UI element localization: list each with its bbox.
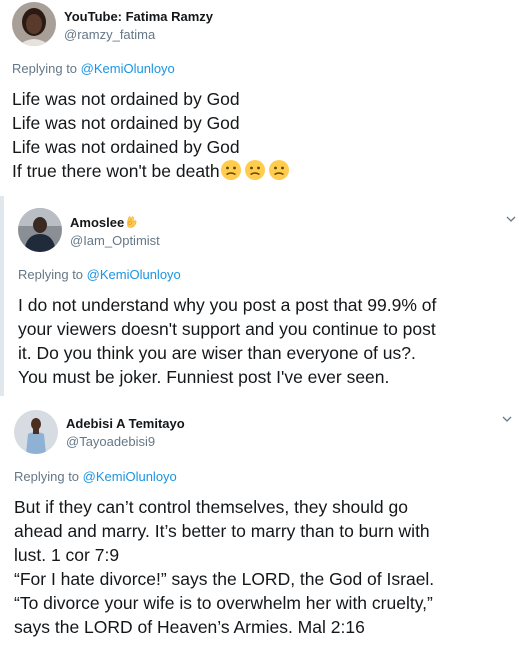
replying-prefix: Replying to [18,267,87,282]
tweet-line: Life was not ordained by God [12,137,240,157]
replying-prefix: Replying to [14,469,83,484]
tweet-line: “To divorce your wife is to overwhelm he… [14,593,433,613]
tweet-line: Life was not ordained by God [12,89,240,109]
chevron-down-icon[interactable] [504,212,518,226]
user-handle[interactable]: @Iam_Optimist [70,233,160,248]
tweet-amoslee[interactable]: Amoslee @Iam_Optimist Replying to @KemiO… [0,196,519,396]
tweet-text: I do not understand why you post a post … [18,293,436,389]
tweet-line: “For I hate divorce!” says the LORD, the… [14,569,435,589]
tweet-adebisi-temitayo[interactable]: Adebisi A Temitayo @Tayoadebisi9 Replyin… [0,396,519,666]
replying-to: Replying to @KemiOlunloyo [14,469,177,484]
display-name-text: Amoslee [70,215,125,230]
user-handle[interactable]: @ramzy_fatima [64,27,155,42]
mention-link[interactable]: @KemiOlunloyo [83,469,177,484]
display-name[interactable]: Amoslee [70,215,137,230]
tweet-line: it. Do you think you are wiser than ever… [18,343,416,363]
avatar[interactable] [12,2,56,46]
confused-face-emoji [220,160,241,180]
tweet-fatima-ramzy[interactable]: YouTube: Fatima Ramzy @ramzy_fatima Repl… [0,0,519,196]
tweet-line: lust. 1 cor 7:9 [14,545,120,565]
tweet-line: I do not understand why you post a post … [18,295,437,315]
tweet-line: ahead and marry. It’s better to marry th… [14,521,430,541]
tweet-line: But if they can’t control themselves, th… [14,497,408,517]
tweet-line-with-emoji: If true there won't be death [12,159,292,183]
confused-face-emoji [268,160,289,180]
avatar[interactable] [14,410,58,454]
tweet-text: Life was not ordained by God Life was no… [12,87,292,183]
display-name[interactable]: Adebisi A Temitayo [66,416,185,431]
replying-to: Replying to @KemiOlunloyo [18,267,181,282]
tweet-line: If true there won't be death [12,161,220,181]
tweet-line: You must be joker. Funniest post I've ev… [18,367,390,387]
display-name[interactable]: YouTube: Fatima Ramzy [64,9,213,24]
tweet-line: your viewers doesn't support and you con… [18,319,436,339]
tweet-text: But if they can’t control themselves, th… [14,495,434,639]
user-handle[interactable]: @Tayoadebisi9 [66,434,155,449]
confused-face-emoji [244,160,265,180]
ok-hand-emoji [127,216,137,228]
tweet-line: Life was not ordained by God [12,113,240,133]
avatar[interactable] [18,208,62,252]
replying-to: Replying to @KemiOlunloyo [12,61,175,76]
tweet-line: says the LORD of Heaven’s Armies. Mal 2:… [14,617,365,637]
mention-link[interactable]: @KemiOlunloyo [87,267,181,282]
mention-link[interactable]: @KemiOlunloyo [81,61,175,76]
chevron-down-icon[interactable] [500,412,514,426]
replying-prefix: Replying to [12,61,81,76]
